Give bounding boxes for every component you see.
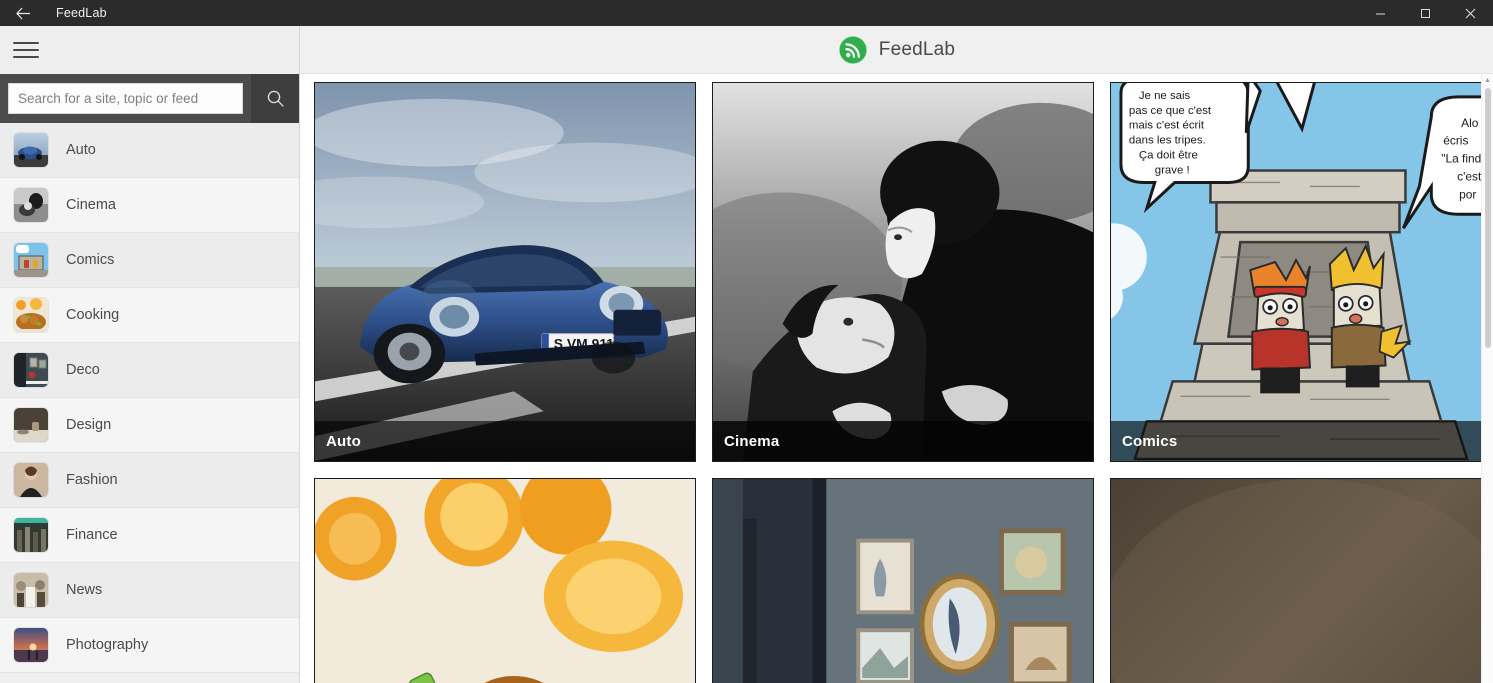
sidebar-item-label: Comics: [66, 252, 115, 268]
design-art: [1111, 479, 1491, 683]
auto-thumb-icon: [14, 133, 48, 167]
svg-text:por: por: [1459, 187, 1476, 201]
feed-list: Auto Cinema Comics Cooking Deco Design F…: [0, 123, 299, 683]
news-thumb-icon: [14, 573, 48, 607]
window-controls: [1358, 0, 1493, 26]
sidebar-header: [0, 26, 299, 74]
sidebar-item-label: News: [66, 582, 103, 598]
feed-card-comics[interactable]: Je ne sais pas ce que c'est mais c'est é…: [1110, 82, 1492, 462]
sidebar-item-design[interactable]: Design: [0, 398, 299, 453]
main-panel: FeedLab S VM 911 Auto Cinema Je ne sais …: [300, 26, 1493, 683]
close-button[interactable]: [1448, 0, 1493, 26]
sidebar-item-label: Cooking: [66, 307, 120, 323]
sidebar-item-label: Fashion: [66, 472, 118, 488]
finance-thumb-icon: [14, 518, 48, 552]
svg-text:Je ne sais: Je ne sais: [1139, 90, 1191, 102]
svg-text:pas ce que c'est: pas ce que c'est: [1129, 105, 1212, 117]
search-bar: [0, 74, 299, 123]
cinema-art: [713, 83, 1093, 461]
window-title: FeedLab: [56, 6, 107, 20]
scroll-up-arrow-icon[interactable]: ▲: [1482, 74, 1493, 86]
sidebar-item-finance[interactable]: Finance: [0, 508, 299, 563]
sidebar-item-photography[interactable]: Photography: [0, 618, 299, 673]
svg-text:écris: écris: [1443, 134, 1468, 148]
svg-text:grave !: grave !: [1155, 165, 1190, 177]
sidebar-item-label: Photography: [66, 637, 149, 653]
maximize-button[interactable]: [1403, 0, 1448, 26]
feed-grid-container: S VM 911 Auto Cinema Je ne sais pas ce q…: [300, 74, 1493, 683]
card-title: Auto: [315, 421, 695, 461]
search-icon[interactable]: [251, 74, 299, 123]
brand-name: FeedLab: [878, 38, 956, 60]
sidebar-item-label: Deco: [66, 362, 100, 378]
feed-card-cinema[interactable]: Cinema: [712, 82, 1094, 462]
sidebar-item-comics[interactable]: Comics: [0, 233, 299, 288]
sidebar-item-fashion[interactable]: Fashion: [0, 453, 299, 508]
comics-art: Je ne sais pas ce que c'est mais c'est é…: [1111, 83, 1491, 461]
sidebar: Auto Cinema: [0, 26, 300, 683]
svg-text:Ça doit être: Ça doit être: [1139, 150, 1198, 162]
app-header: FeedLab: [300, 26, 1493, 74]
app-shell: Auto Cinema: [0, 26, 1493, 683]
content-scrollbar[interactable]: ▲: [1481, 74, 1493, 683]
card-title: Comics: [1111, 421, 1491, 461]
card-title: Cinema: [713, 421, 1093, 461]
brand: FeedLab: [838, 34, 956, 65]
sidebar-item-auto[interactable]: Auto: [0, 123, 299, 178]
sidebar-item-label: Design: [66, 417, 112, 433]
photography-thumb-icon: [14, 628, 48, 662]
feed-card-grid: S VM 911 Auto Cinema Je ne sais pas ce q…: [314, 82, 1493, 683]
cinema-thumb-icon: [14, 188, 48, 222]
svg-text:c'est: c'est: [1457, 169, 1482, 183]
svg-text:mais c'est écrit: mais c'est écrit: [1129, 120, 1205, 132]
search-input[interactable]: [8, 83, 243, 114]
minimize-button[interactable]: [1358, 0, 1403, 26]
sidebar-item-label: Auto: [66, 142, 96, 158]
feed-card-design[interactable]: Design: [1110, 478, 1492, 683]
design-thumb-icon: [14, 408, 48, 442]
sidebar-item-label: Cinema: [66, 197, 116, 213]
sidebar-item-news[interactable]: News: [0, 563, 299, 618]
deco-thumb-icon: [14, 353, 48, 387]
auto-art: S VM 911: [315, 83, 695, 461]
window-titlebar: FeedLab: [0, 0, 1493, 26]
sidebar-item-deco[interactable]: Deco: [0, 343, 299, 398]
feed-card-auto[interactable]: S VM 911 Auto: [314, 82, 696, 462]
cooking-thumb-icon: [14, 298, 48, 332]
feed-card-cooking[interactable]: Cooking: [314, 478, 696, 683]
scrollbar-thumb[interactable]: [1485, 88, 1491, 348]
svg-text:Alo: Alo: [1461, 116, 1479, 130]
comics-thumb-icon: [14, 243, 48, 277]
fashion-thumb-icon: [14, 463, 48, 497]
rss-feed-logo-icon: [838, 34, 868, 65]
sidebar-item-label: Finance: [66, 527, 118, 543]
svg-text:"La find: "La find: [1441, 152, 1481, 166]
sidebar-item-cinema[interactable]: Cinema: [0, 178, 299, 233]
feed-card-deco[interactable]: Deco: [712, 478, 1094, 683]
sidebar-item-cooking[interactable]: Cooking: [0, 288, 299, 343]
deco-art: [713, 479, 1093, 683]
svg-text:dans les tripes.: dans les tripes.: [1129, 135, 1206, 147]
hamburger-menu-icon[interactable]: [13, 40, 39, 60]
back-arrow-icon[interactable]: [0, 0, 46, 26]
cooking-art: [315, 479, 695, 683]
